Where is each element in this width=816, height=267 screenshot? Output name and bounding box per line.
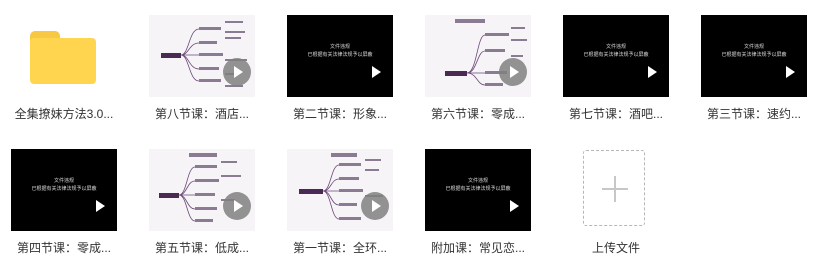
video-thumbnail: 文件违规 已根据有关法律法规予以屏蔽 xyxy=(11,149,117,231)
file-name: 第三节课：速约... xyxy=(706,107,801,121)
video-file-item[interactable]: 文件违规 已根据有关法律法规予以屏蔽 第四节课：零成... xyxy=(0,149,128,265)
video-thumbnail xyxy=(287,149,393,231)
video-thumbnail: 文件违规 已根据有关法律法规予以屏蔽 xyxy=(287,15,393,97)
play-icon xyxy=(775,58,803,86)
upload-file-button[interactable]: 上传文件 xyxy=(552,149,680,265)
file-name: 第七节课：酒吧... xyxy=(568,107,663,121)
video-file-item[interactable]: 文件违规 已根据有关法律法规予以屏蔽 第七节课：酒吧... xyxy=(552,15,680,131)
play-icon xyxy=(499,58,527,86)
upload-label: 上传文件 xyxy=(591,241,640,255)
video-thumbnail xyxy=(149,15,255,97)
video-file-item[interactable]: 第一节课：全环... xyxy=(276,149,404,265)
blocked-watermark: 文件违规 已根据有关法律法规予以屏蔽 xyxy=(721,44,787,58)
blocked-watermark: 文件违规 已根据有关法律法规予以屏蔽 xyxy=(31,178,97,192)
video-thumbnail: 文件违规 已根据有关法律法规予以屏蔽 xyxy=(563,15,669,97)
file-name: 附加课：常见恋... xyxy=(430,241,525,255)
blocked-watermark: 文件违规 已根据有关法律法规予以屏蔽 xyxy=(307,44,373,58)
video-thumbnail xyxy=(425,15,531,97)
folder-icon xyxy=(30,31,96,85)
video-file-item[interactable]: 第八节课：酒店... xyxy=(138,15,266,131)
folder-item[interactable]: 全集撩妹方法3.0... xyxy=(0,15,128,131)
video-thumbnail: 文件违规 已根据有关法律法规予以屏蔽 xyxy=(425,149,531,231)
video-file-item[interactable]: 文件违规 已根据有关法律法规予以屏蔽 第三节课：速约... xyxy=(690,15,816,131)
upload-drop-area[interactable] xyxy=(583,150,645,226)
file-name: 第四节课：零成... xyxy=(16,241,111,255)
file-name: 第一节课：全环... xyxy=(292,241,387,255)
file-name: 第五节课：低成... xyxy=(154,241,249,255)
play-icon xyxy=(85,192,113,220)
blocked-watermark: 文件违规 已根据有关法律法规予以屏蔽 xyxy=(445,178,511,192)
play-icon xyxy=(361,192,389,220)
play-icon xyxy=(637,58,665,86)
file-name: 第八节课：酒店... xyxy=(154,107,249,121)
file-name: 第二节课：形象... xyxy=(292,107,387,121)
video-file-item[interactable]: 文件违规 已根据有关法律法规予以屏蔽 第二节课：形象... xyxy=(276,15,404,131)
video-file-item[interactable]: 文件违规 已根据有关法律法规予以屏蔽 附加课：常见恋... xyxy=(414,149,542,265)
file-name: 第六节课：零成... xyxy=(430,107,525,121)
play-icon xyxy=(223,192,251,220)
file-name: 全集撩妹方法3.0... xyxy=(14,107,114,121)
play-icon xyxy=(499,192,527,220)
blocked-watermark: 文件违规 已根据有关法律法规予以屏蔽 xyxy=(583,44,649,58)
video-file-item[interactable]: 第六节课：零成... xyxy=(414,15,542,131)
play-icon xyxy=(223,58,251,86)
play-icon xyxy=(361,58,389,86)
video-thumbnail xyxy=(149,149,255,231)
video-thumbnail: 文件违规 已根据有关法律法规予以屏蔽 xyxy=(701,15,807,97)
video-file-item[interactable]: 第五节课：低成... xyxy=(138,149,266,265)
